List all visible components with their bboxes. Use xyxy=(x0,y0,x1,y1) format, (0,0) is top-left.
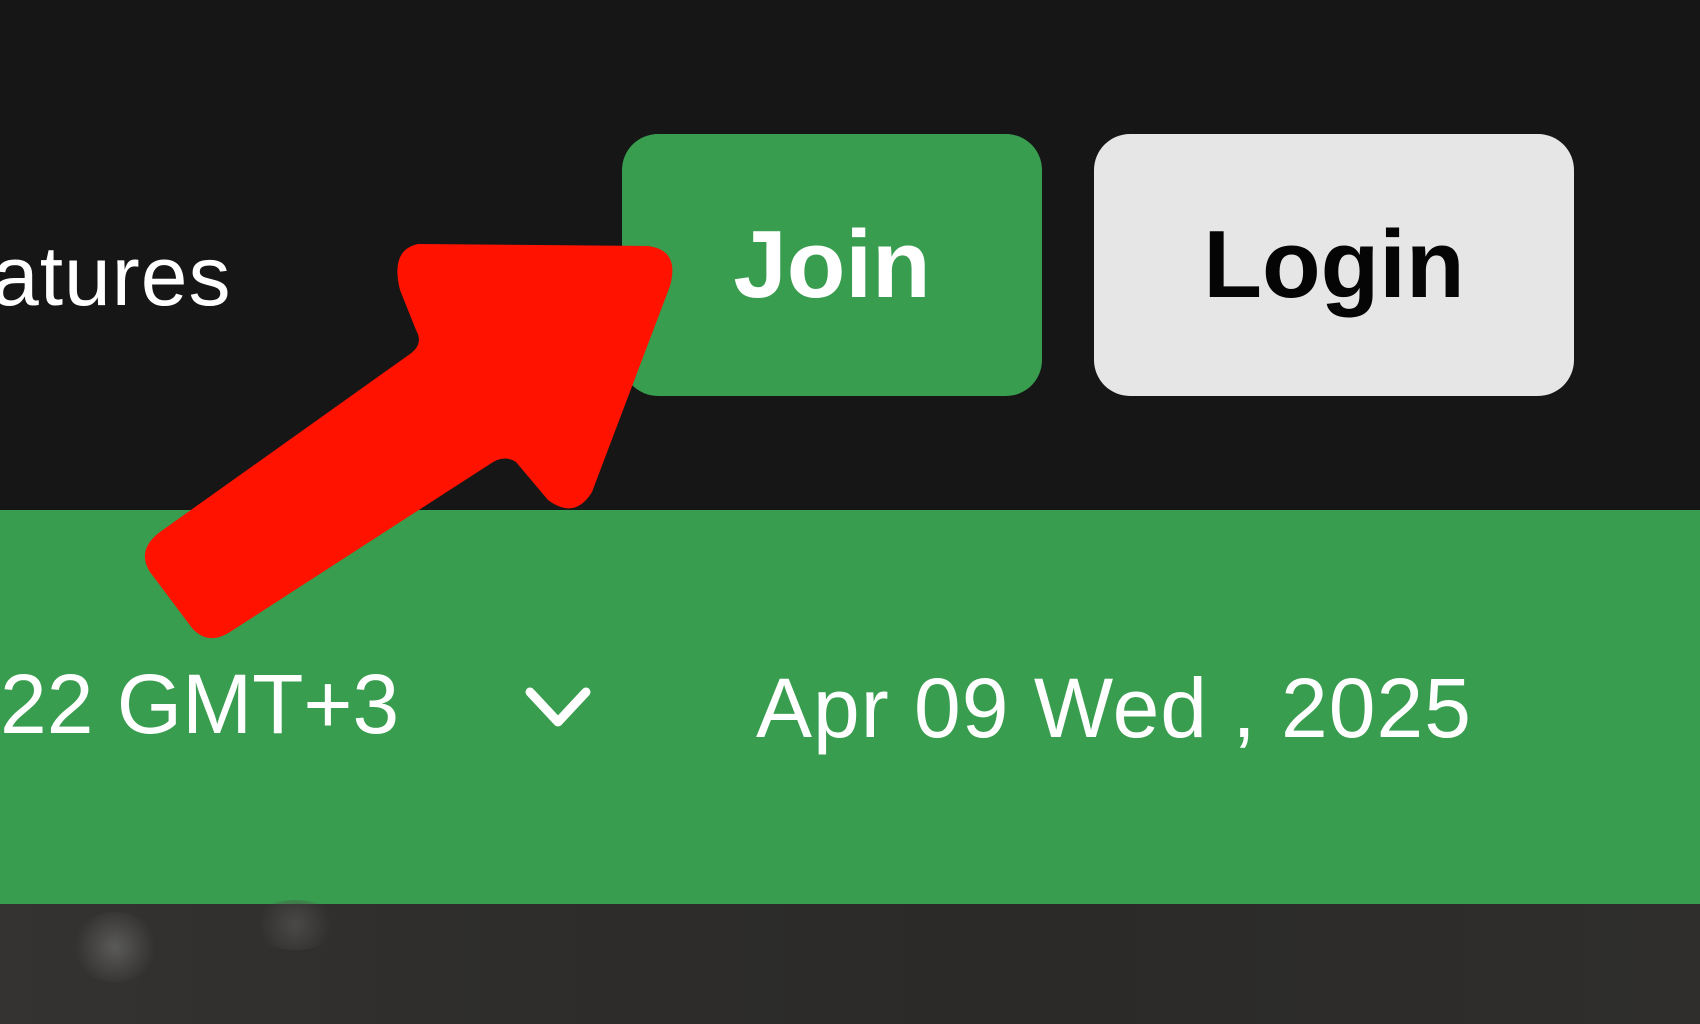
join-button[interactable]: Join xyxy=(622,134,1042,396)
chevron-down-icon[interactable] xyxy=(524,686,592,730)
login-button-label: Login xyxy=(1203,211,1465,318)
hero-image-blur xyxy=(250,900,340,950)
login-button[interactable]: Login xyxy=(1094,134,1574,396)
top-navigation-bar: atures Join Login xyxy=(0,0,1700,510)
current-date: Apr 09 Wed , 2025 xyxy=(756,661,1472,755)
nav-link-features[interactable]: atures xyxy=(0,226,231,326)
page: atures Join Login 22 GMT+3 Apr 09 Wed , … xyxy=(0,0,1700,1024)
hero-image-blur xyxy=(70,912,160,982)
join-button-label: Join xyxy=(733,211,931,318)
timezone-selector[interactable]: 22 GMT+3 xyxy=(0,654,399,754)
